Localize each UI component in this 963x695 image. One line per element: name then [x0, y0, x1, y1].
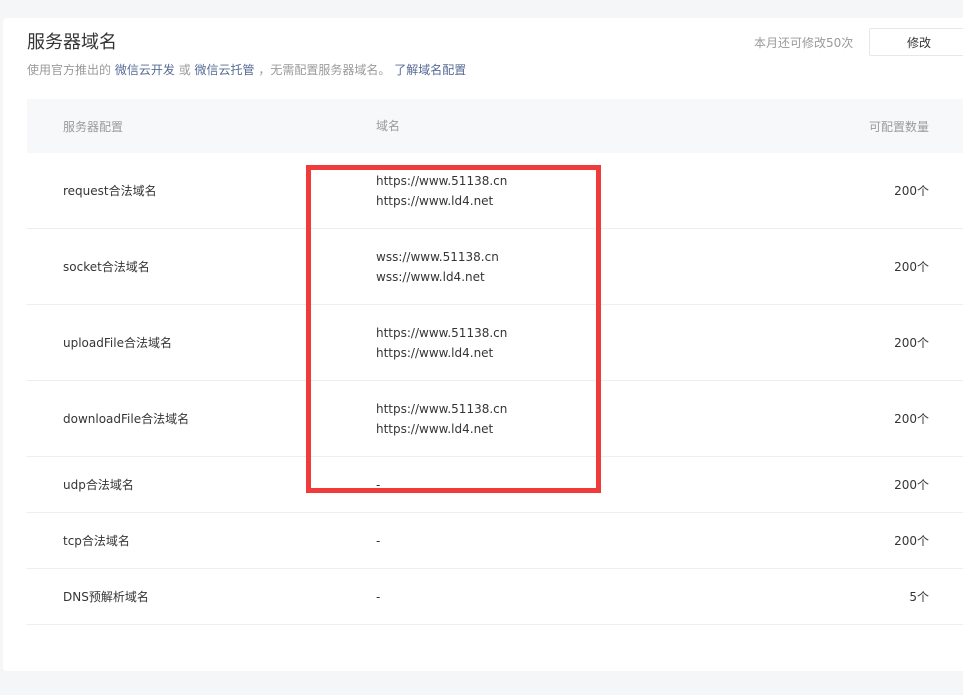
- row-domains: https://www.51138.cn https://www.ld4.net: [376, 323, 507, 363]
- table-row: downloadFile合法域名 https://www.51138.cn ht…: [27, 381, 963, 457]
- modify-quota-text: 本月还可修改50次: [754, 36, 854, 50]
- row-config-label: downloadFile合法域名: [63, 412, 190, 426]
- edit-button[interactable]: 修改: [869, 28, 963, 56]
- row-count: 200个: [894, 534, 929, 548]
- table-row: tcp合法域名 - 200个: [27, 513, 963, 569]
- desc-suffix: ，无需配置服务器域名。: [258, 63, 391, 77]
- row-domains: https://www.51138.cn https://www.ld4.net: [376, 399, 507, 439]
- desc-or: 或: [178, 63, 191, 77]
- row-count: 200个: [894, 412, 929, 426]
- row-count: 200个: [894, 478, 929, 492]
- row-config-label: uploadFile合法域名: [63, 336, 172, 350]
- row-config-label: tcp合法域名: [63, 534, 130, 548]
- table-row: DNS预解析域名 - 5个: [27, 569, 963, 625]
- row-count: 200个: [894, 260, 929, 274]
- domain-entry: https://www.51138.cn: [376, 173, 508, 188]
- domain-entry: https://www.51138.cn: [376, 325, 508, 340]
- desc-prefix: 使用官方推出的: [27, 63, 112, 77]
- domain-entry: https://www.ld4.net: [376, 345, 494, 360]
- row-config-label: udp合法域名: [63, 478, 134, 492]
- domain-table: 服务器配置 域名 可配置数量 request合法域名 https://www.5…: [27, 99, 963, 625]
- cloud-dev-link[interactable]: 微信云开发: [115, 63, 175, 77]
- section-description: 使用官方推出的 微信云开发 或 微信云托管 ，无需配置服务器域名。 了解域名配置: [27, 61, 466, 78]
- row-domains: wss://www.51138.cn wss://www.ld4.net: [376, 247, 499, 287]
- header-domain: 域名: [376, 119, 401, 133]
- table-row: request合法域名 https://www.51138.cn https:/…: [27, 153, 963, 229]
- row-domains: -: [376, 589, 381, 604]
- row-count: 200个: [894, 336, 929, 350]
- domain-entry: wss://www.51138.cn: [376, 249, 499, 264]
- row-count: 200个: [894, 184, 929, 198]
- header-server-config: 服务器配置: [63, 119, 124, 134]
- domain-entry: wss://www.ld4.net: [376, 269, 485, 284]
- row-domains: https://www.51138.cn https://www.ld4.net: [376, 171, 507, 211]
- domain-entry: https://www.51138.cn: [376, 401, 508, 416]
- header-count: 可配置数量: [868, 119, 929, 134]
- learn-domain-config-link[interactable]: 了解域名配置: [394, 63, 466, 77]
- section-title: 服务器域名: [27, 32, 117, 53]
- row-domains: -: [376, 533, 381, 548]
- row-domains: -: [376, 477, 381, 492]
- domain-entry: https://www.ld4.net: [376, 421, 494, 436]
- row-config-label: request合法域名: [63, 184, 157, 198]
- row-config-label: socket合法域名: [63, 260, 150, 274]
- table-row: socket合法域名 wss://www.51138.cn wss://www.…: [27, 229, 963, 305]
- cloud-hosting-link[interactable]: 微信云托管: [195, 63, 255, 77]
- domain-entry: https://www.ld4.net: [376, 193, 494, 208]
- table-header: 服务器配置 域名 可配置数量: [27, 99, 963, 153]
- row-count: 5个: [909, 590, 929, 604]
- table-row: uploadFile合法域名 https://www.51138.cn http…: [27, 305, 963, 381]
- row-config-label: DNS预解析域名: [63, 590, 149, 604]
- table-row: udp合法域名 - 200个: [27, 457, 963, 513]
